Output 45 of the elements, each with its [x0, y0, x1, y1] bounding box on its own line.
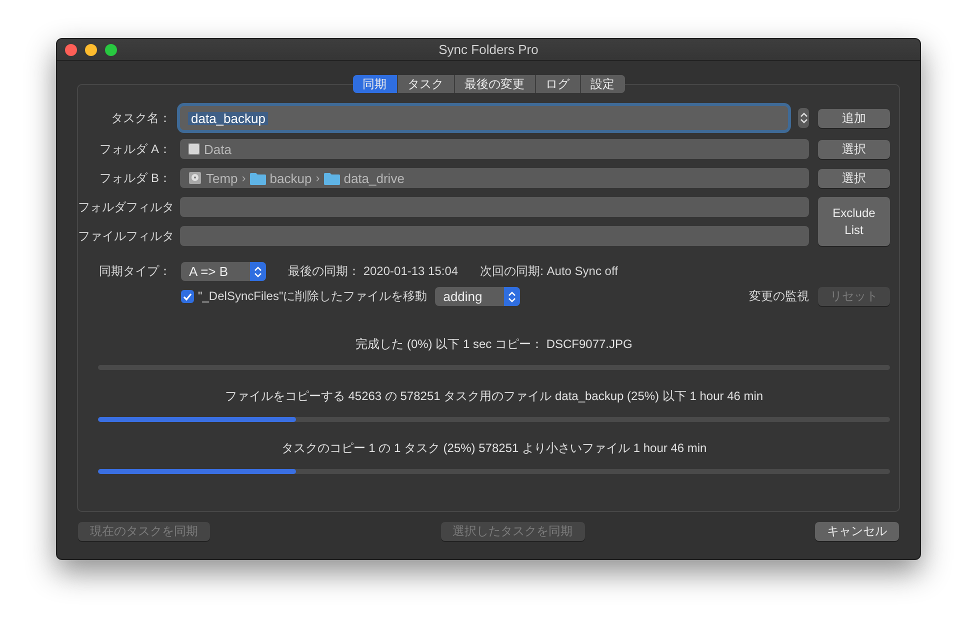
- footer-button[interactable]: キャンセル: [815, 522, 899, 541]
- field-label: 同期タイプ：: [98, 263, 171, 280]
- path-separator: ›: [316, 172, 320, 184]
- last-sync-text: 最後の同期： 2020-01-13 15:04: [288, 263, 458, 280]
- folder-icon: [324, 172, 340, 184]
- folder-path-field[interactable]: Temp › backup › data_drive: [180, 168, 809, 188]
- zoom-icon[interactable]: [105, 44, 117, 56]
- minimize-icon[interactable]: [85, 44, 97, 56]
- progress-text: ファイルをコピーする 45263 の 578251 タスク用のファイル data_backup (25%) 以下 1 hour 46 min: [224, 388, 764, 403]
- path-item[interactable]: Data: [204, 142, 232, 156]
- chevron-up-down-icon: [508, 290, 516, 302]
- chevron-up-down-icon: [800, 112, 808, 124]
- field-label: フォルダフィルタ: [78, 198, 171, 216]
- drive-icon: [188, 143, 200, 155]
- sync-type-select[interactable]: A => B: [181, 262, 266, 281]
- select-button[interactable]: 選択: [818, 168, 890, 188]
- path-item[interactable]: data_drive: [344, 172, 404, 184]
- field-label: ファイルフィルタ: [78, 228, 171, 244]
- select-button[interactable]: 選択: [818, 140, 890, 158]
- monitor-label: 変更の監視: [749, 288, 809, 305]
- progress-text: 完成した (0%) 以下 1 sec コピー： DSCF9077.JPG: [356, 336, 632, 351]
- add-button[interactable]: 追加: [818, 108, 890, 128]
- path-separator: ›: [242, 172, 246, 184]
- file-filter-field[interactable]: [180, 226, 809, 246]
- progress-text: タスクのコピー 1 の 1 タスク (25%) 578251 より小さいファイル 1 hour 46 min: [281, 440, 707, 455]
- checkmark-icon: [183, 292, 192, 300]
- mode-select[interactable]: adding: [435, 287, 520, 306]
- task-name-field[interactable]: data_backup: [180, 106, 788, 130]
- exclude-list-button[interactable]: Exclude List: [818, 197, 890, 246]
- path-item[interactable]: backup: [270, 172, 312, 184]
- field-label: タスク名：: [110, 110, 171, 126]
- path-item[interactable]: Temp: [206, 172, 238, 184]
- field-label: フォルダ B：: [98, 170, 171, 186]
- window-title: Sync Folders Pro: [438, 42, 540, 57]
- folder-filter-field[interactable]: [180, 197, 809, 217]
- checkbox[interactable]: [181, 290, 194, 303]
- close-icon[interactable]: [65, 44, 77, 56]
- chevron-up-down-icon: [254, 266, 262, 278]
- field-label: フォルダ A：: [98, 140, 171, 158]
- stepper[interactable]: [798, 108, 809, 128]
- folder-path-field[interactable]: Data: [180, 139, 809, 159]
- tab[interactable]: 同期: [352, 75, 398, 93]
- folder-icon: [250, 172, 266, 184]
- checkbox-label: "_DelSyncFiles"に削除したファイルを移動: [198, 288, 428, 305]
- next-sync-text: 次回の同期: Auto Sync off: [480, 263, 618, 280]
